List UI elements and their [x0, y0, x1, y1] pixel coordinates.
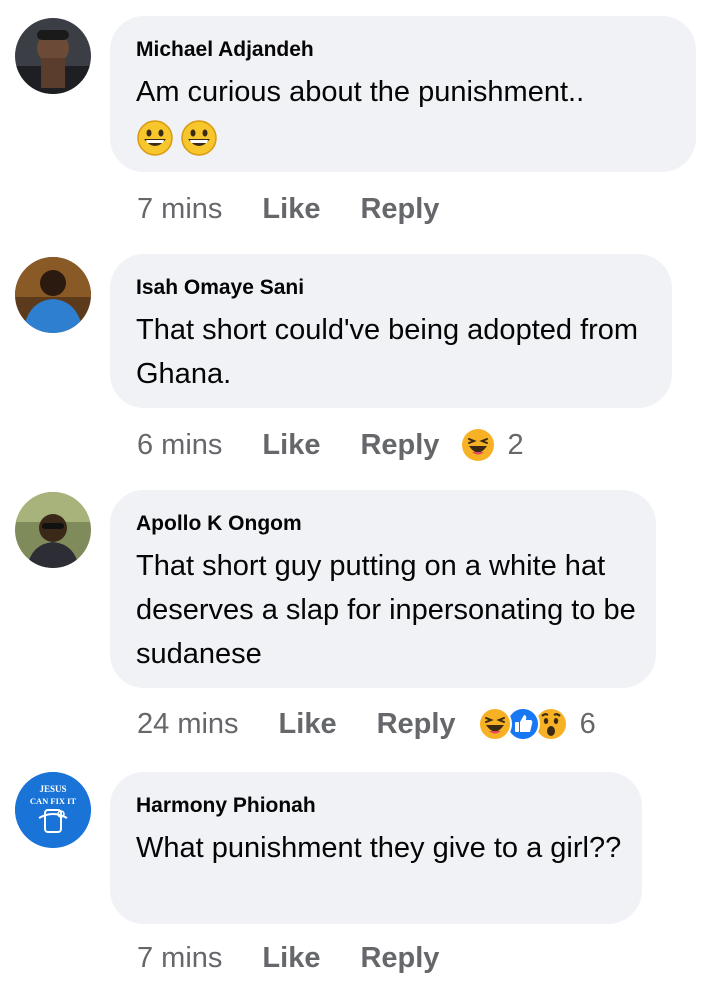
reaction-count: 6 [579, 707, 596, 740]
reply-button[interactable]: Reply [377, 708, 456, 741]
comment-timestamp[interactable]: 24 mins [137, 708, 239, 741]
comment-actions: 24 mins Like Reply 6 [137, 704, 596, 744]
jesus-can-fix-it-logo-icon: JESUS CAN FIX IT [15, 772, 91, 848]
avatar-photo-icon [15, 257, 91, 333]
comment-author[interactable]: Apollo K Ongom [136, 510, 630, 538]
haha-reaction-icon [461, 428, 495, 462]
avatar[interactable] [15, 257, 91, 333]
comment-timestamp[interactable]: 6 mins [137, 429, 222, 462]
avatar[interactable] [15, 18, 91, 94]
comment-bubble: Michael Adjandeh Am curious about the pu… [110, 16, 696, 172]
svg-text:JESUS: JESUS [39, 784, 66, 794]
grinning-face-emoji-icon [137, 120, 173, 156]
comment-text: What punishment they give to a girl?? [136, 832, 622, 864]
comment-author[interactable]: Harmony Phionah [136, 792, 616, 820]
avatar-photo-icon [15, 492, 91, 568]
comment-text: That short could've being adopted from G… [136, 314, 639, 390]
comment-bubble: Harmony Phionah What punishment they giv… [110, 772, 642, 924]
reply-button[interactable]: Reply [360, 193, 439, 226]
reaction-summary[interactable]: 6 [477, 707, 596, 741]
comment-bubble: Isah Omaye Sani That short could've bein… [110, 254, 672, 408]
comment-timestamp[interactable]: 7 mins [137, 942, 222, 975]
emoji-row [136, 116, 670, 160]
comment-actions: 6 mins Like Reply 2 [137, 425, 524, 465]
reply-button[interactable]: Reply [360, 942, 439, 975]
like-button[interactable]: Like [262, 942, 320, 975]
avatar[interactable]: JESUS CAN FIX IT [15, 772, 91, 848]
comment-bubble: Apollo K Ongom That short guy putting on… [110, 490, 656, 688]
comment-timestamp[interactable]: 7 mins [137, 193, 222, 226]
comment-text: Am curious about the punishment.. [136, 76, 585, 108]
like-button[interactable]: Like [262, 193, 320, 226]
like-button[interactable]: Like [262, 429, 320, 462]
comment-text: That short guy putting on a white hat de… [136, 550, 636, 670]
svg-text:CAN FIX IT: CAN FIX IT [30, 796, 77, 806]
reaction-summary[interactable]: 2 [461, 428, 524, 462]
like-button[interactable]: Like [279, 708, 337, 741]
avatar-photo-icon [15, 18, 91, 94]
comment-actions: 7 mins Like Reply [137, 189, 461, 229]
reaction-count: 2 [507, 428, 524, 461]
comment-author[interactable]: Isah Omaye Sani [136, 274, 646, 302]
avatar[interactable] [15, 492, 91, 568]
comment-actions: 7 mins Like Reply [137, 938, 461, 978]
haha-reaction-icon [477, 707, 512, 741]
comment-author[interactable]: Michael Adjandeh [136, 36, 670, 64]
grinning-face-emoji-icon [181, 120, 217, 156]
reply-button[interactable]: Reply [360, 429, 439, 462]
